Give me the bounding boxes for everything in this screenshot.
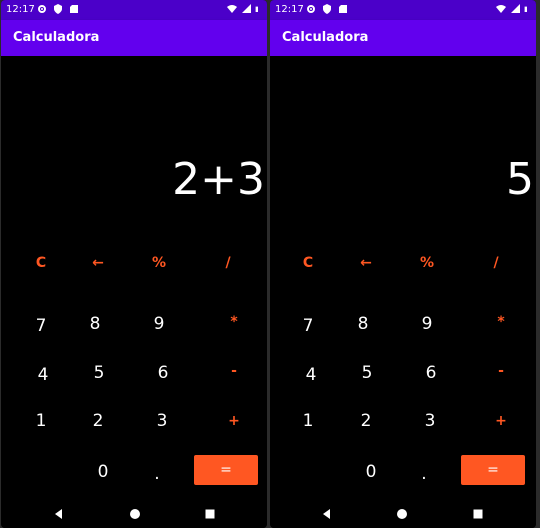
battery-icon <box>524 6 527 12</box>
app-bar: Calculadora <box>270 20 536 56</box>
divide-button[interactable]: / <box>210 250 246 276</box>
digit-2-button[interactable]: 2 <box>348 408 384 434</box>
multiply-button[interactable]: * <box>483 309 519 335</box>
clear-button[interactable]: C <box>23 250 59 276</box>
back-icon[interactable] <box>319 506 335 522</box>
digit-8-button[interactable]: 8 <box>345 311 381 337</box>
navigation-bar <box>1 500 267 528</box>
recents-icon[interactable] <box>202 506 218 522</box>
digit-0-button[interactable]: 0 <box>85 459 121 485</box>
digit-9-button[interactable]: 9 <box>409 311 445 337</box>
battery-icon <box>255 6 258 12</box>
subtract-button[interactable]: - <box>216 358 252 384</box>
digit-7-button[interactable]: 7 <box>23 313 59 339</box>
signal-icon <box>242 4 251 13</box>
digit-7-button[interactable]: 7 <box>290 313 326 339</box>
calculator-display: 5 <box>506 154 534 205</box>
digit-5-button[interactable]: 5 <box>81 360 117 386</box>
navigation-bar <box>270 500 536 528</box>
multiply-button[interactable]: * <box>216 309 252 335</box>
home-icon[interactable] <box>127 506 143 522</box>
add-button[interactable]: + <box>216 408 252 434</box>
app-title: Calculadora <box>282 30 369 45</box>
settings-icon <box>307 5 315 13</box>
status-bar: 12:17 <box>1 0 267 20</box>
digit-4-button[interactable]: 4 <box>293 362 329 388</box>
divide-button[interactable]: / <box>478 250 514 276</box>
phone-screen-result: 12:17 Calculadora 5 C ← % / 7 8 9 * 4 5 … <box>270 0 536 528</box>
wifi-icon <box>496 5 506 13</box>
wifi-icon <box>227 5 237 13</box>
app-bar: Calculadora <box>1 20 267 56</box>
digit-0-button[interactable]: 0 <box>353 459 389 485</box>
settings-icon <box>38 5 46 13</box>
subtract-button[interactable]: - <box>483 358 519 384</box>
digit-2-button[interactable]: 2 <box>80 408 116 434</box>
signal-icon <box>511 4 520 13</box>
sd-card-icon <box>70 5 78 13</box>
backspace-button[interactable]: ← <box>80 250 116 276</box>
recents-icon[interactable] <box>470 506 486 522</box>
digit-3-button[interactable]: 3 <box>144 408 180 434</box>
digit-1-button[interactable]: 1 <box>23 408 59 434</box>
decimal-button[interactable]: . <box>406 461 442 487</box>
percent-button[interactable]: % <box>141 250 177 276</box>
back-icon[interactable] <box>51 506 67 522</box>
app-title: Calculadora <box>13 30 100 45</box>
calculator-display: 2+3 <box>172 154 265 205</box>
digit-9-button[interactable]: 9 <box>141 311 177 337</box>
percent-button[interactable]: % <box>409 250 445 276</box>
digit-6-button[interactable]: 6 <box>413 360 449 386</box>
add-button[interactable]: + <box>483 408 519 434</box>
decimal-button[interactable]: . <box>139 461 175 487</box>
status-bar: 12:17 <box>270 0 536 20</box>
digit-4-button[interactable]: 4 <box>25 362 61 388</box>
digit-5-button[interactable]: 5 <box>349 360 385 386</box>
shield-icon <box>323 4 331 14</box>
digit-1-button[interactable]: 1 <box>290 408 326 434</box>
clear-button[interactable]: C <box>290 250 326 276</box>
equals-button[interactable]: = <box>194 455 258 485</box>
digit-3-button[interactable]: 3 <box>412 408 448 434</box>
digit-8-button[interactable]: 8 <box>77 311 113 337</box>
backspace-button[interactable]: ← <box>348 250 384 276</box>
equals-button[interactable]: = <box>461 455 525 485</box>
digit-6-button[interactable]: 6 <box>145 360 181 386</box>
status-time: 12:17 <box>6 4 35 15</box>
phone-screen-expression: 12:17 Calculadora 2+3 C ← % / 7 8 9 * 4 … <box>1 0 267 528</box>
sd-card-icon <box>339 5 347 13</box>
home-icon[interactable] <box>394 506 410 522</box>
status-time: 12:17 <box>275 4 304 15</box>
shield-icon <box>54 4 62 14</box>
